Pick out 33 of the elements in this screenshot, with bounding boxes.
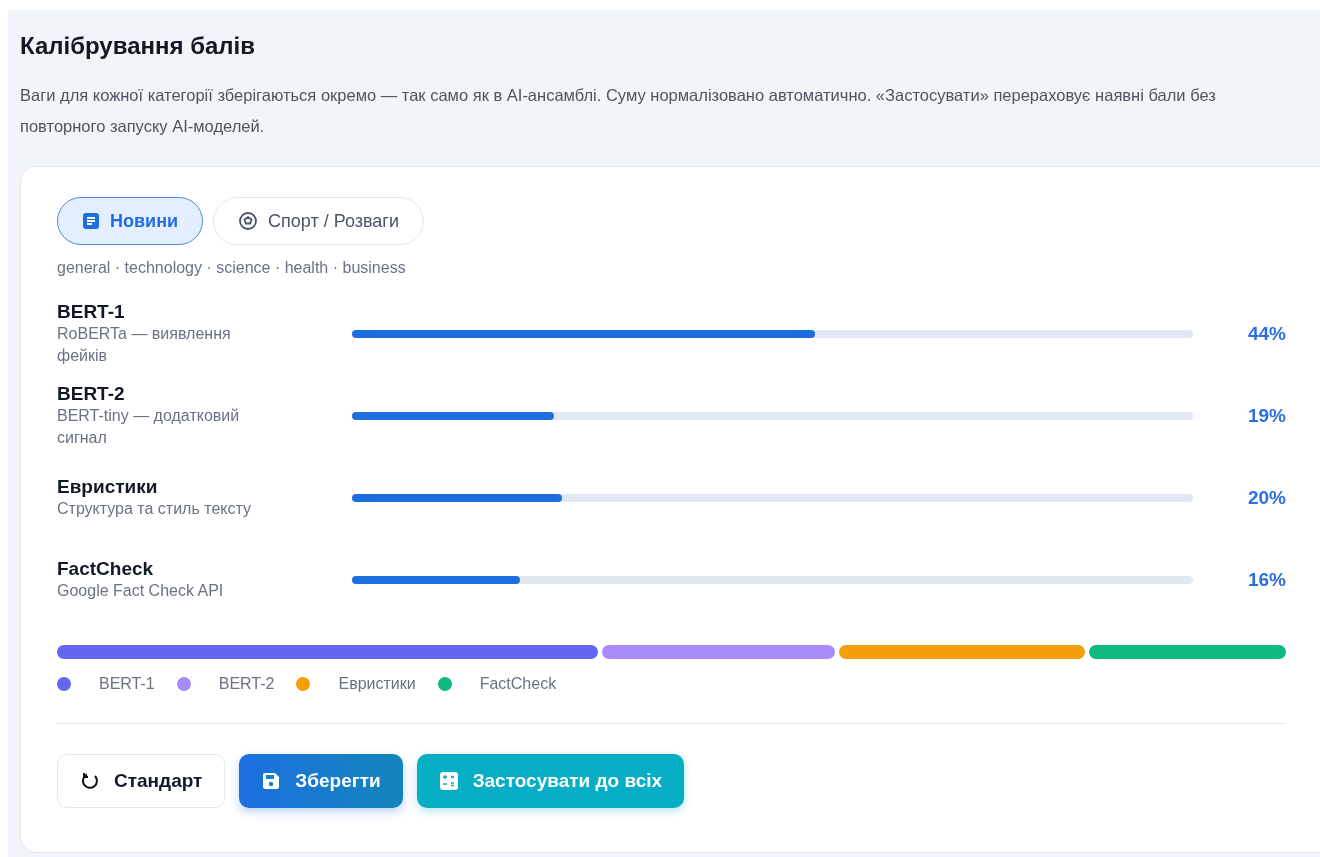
- weight-percent: 44%: [1246, 323, 1286, 345]
- weight-slider[interactable]: [352, 494, 1193, 502]
- model-description: Структура та стиль тексту: [57, 499, 252, 519]
- calculator-icon: [438, 771, 459, 791]
- model-name: BERT-2: [57, 383, 126, 405]
- category-tab[interactable]: Спорт / Розваги: [213, 197, 424, 245]
- ball-icon: [238, 211, 259, 231]
- save-button[interactable]: Зберегти: [239, 754, 403, 808]
- legend-label: Евристики: [338, 675, 416, 693]
- reset-button[interactable]: Стандарт: [57, 754, 226, 808]
- weight-percent: 16%: [1246, 569, 1286, 591]
- document-icon: [82, 212, 100, 230]
- weight-slider[interactable]: [352, 330, 1193, 338]
- model-name: BERT-1: [57, 301, 126, 323]
- model-description: BERT-tiny — додатковий сигнал: [57, 406, 241, 448]
- model-description: RoBERTa — виявлення фейків: [57, 324, 232, 366]
- refresh-icon: [80, 771, 100, 791]
- legend-label: BERT-2: [218, 675, 275, 693]
- weight-slider[interactable]: [352, 412, 1193, 420]
- apply-button[interactable]: Застосувати до всіх: [416, 754, 685, 808]
- weight-percent: 20%: [1246, 487, 1286, 509]
- legend-label: BERT-1: [99, 675, 155, 693]
- weight-percent: 19%: [1246, 405, 1286, 427]
- legend-label: FactCheck: [479, 675, 557, 693]
- description-text: Ваги для кожної категорії зберігаються окремо — так само як в AI-ансамблі. Суму нормалізовано автоматично. «Застосувати» перераховує наявні бали без повторного запуску AI-моделей.: [20, 85, 1217, 137]
- model-name: Евристики: [57, 476, 159, 498]
- save-icon: [261, 771, 282, 791]
- page-title: Калібрування балів: [20, 32, 256, 60]
- model-description: Google Fact Check API: [57, 581, 225, 601]
- model-name: FactCheck: [57, 558, 155, 580]
- categories-text: general · technology · science · health · business: [57, 259, 407, 277]
- weight-slider[interactable]: [352, 576, 1193, 584]
- category-tab[interactable]: Новини: [57, 197, 204, 245]
